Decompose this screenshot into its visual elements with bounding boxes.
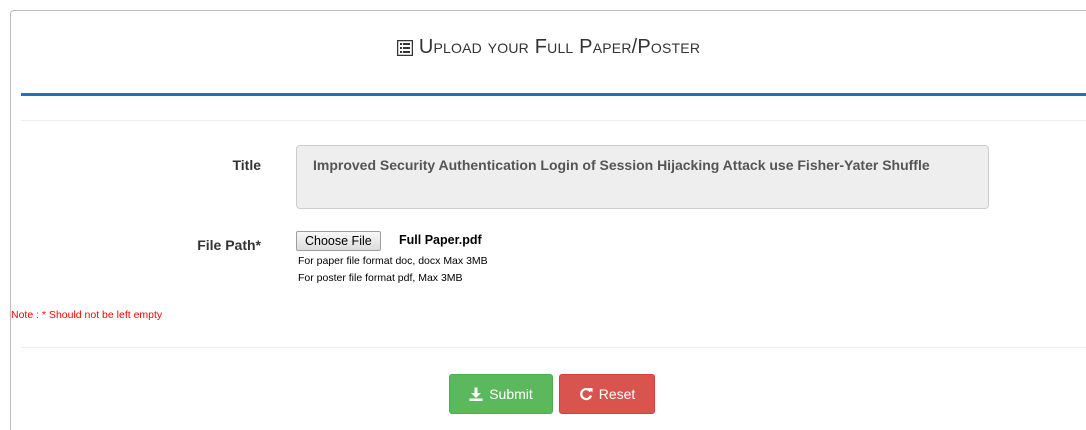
section-divider-top	[21, 120, 1086, 121]
upload-panel: Upload your Full Paper/Poster Title Impr…	[10, 10, 1086, 430]
section-divider-bottom	[21, 347, 1086, 348]
file-path-label: File Path*	[197, 237, 261, 253]
reset-button[interactable]: Reset	[559, 374, 655, 414]
selected-file-name: Full Paper.pdf	[399, 233, 482, 247]
choose-file-button[interactable]: Choose File	[296, 231, 381, 251]
reset-label: Reset	[598, 386, 636, 402]
page-title: Upload your Full Paper/Poster	[11, 36, 1086, 59]
submit-label: Submit	[489, 386, 533, 402]
header-divider	[21, 93, 1086, 96]
refresh-icon	[579, 387, 593, 401]
hint-paper-format: For paper file format doc, docx Max 3MB	[298, 255, 488, 267]
title-field[interactable]: Improved Security Authentication Login o…	[296, 145, 989, 209]
required-note: Note : * Should not be left empty	[11, 309, 163, 321]
hint-poster-format: For poster file format pdf, Max 3MB	[298, 272, 463, 284]
title-label: Title	[232, 157, 261, 173]
submit-button[interactable]: Submit	[449, 374, 553, 414]
list-alt-icon	[396, 39, 414, 56]
page-title-text: Upload your Full Paper/Poster	[418, 36, 701, 58]
download-icon	[469, 387, 483, 401]
